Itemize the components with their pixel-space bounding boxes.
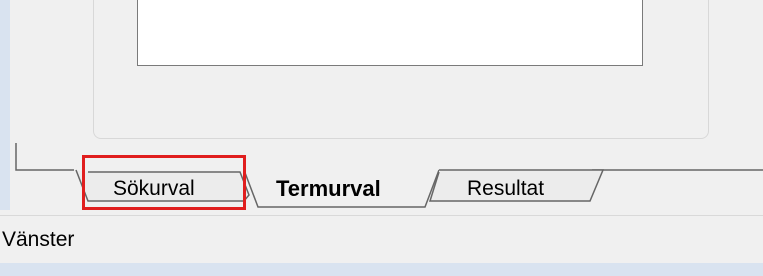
tab-strip-frame [15, 143, 74, 171]
application-window: Sökurval Termurval Resultat Vänster [0, 0, 763, 276]
status-bar [0, 215, 763, 264]
status-text: Vänster [2, 228, 75, 251]
tab-termurval[interactable]: Termurval [276, 178, 381, 200]
tab-resultat[interactable]: Resultat [467, 178, 544, 199]
highlight-box [82, 155, 246, 210]
window-frame-bottom [0, 263, 763, 276]
